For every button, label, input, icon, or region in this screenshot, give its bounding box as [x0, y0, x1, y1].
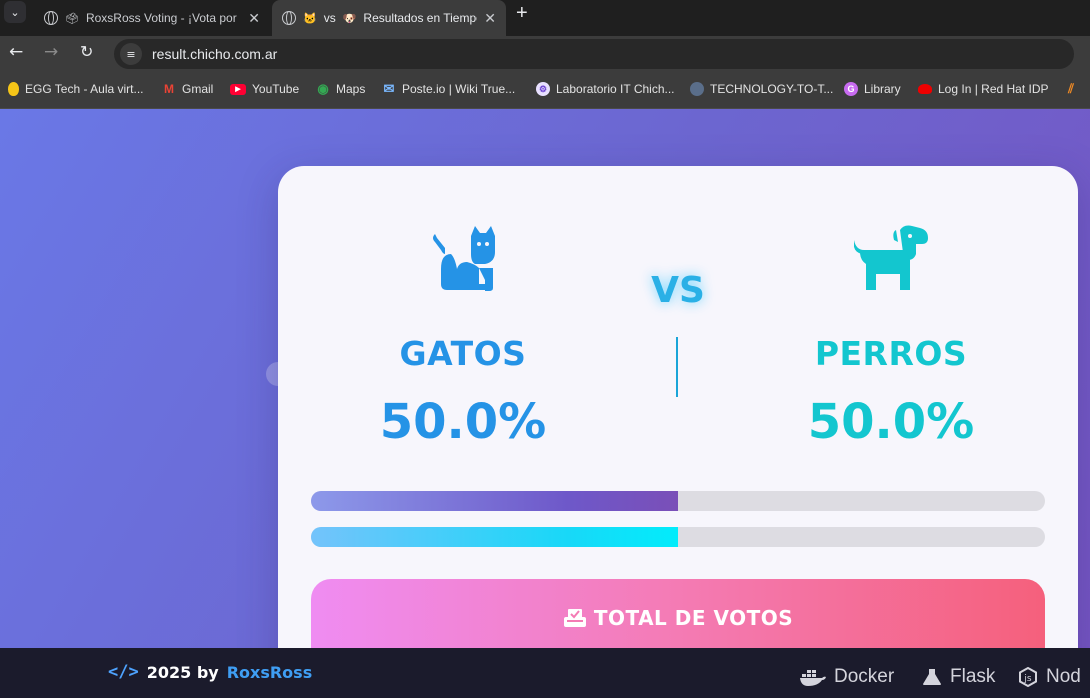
address-bar[interactable]: ≡ result.chicho.com.ar: [114, 39, 1074, 69]
ballot-box-icon: [563, 608, 587, 627]
back-arrow-icon[interactable]: ←: [9, 42, 23, 62]
browser-tab-bar: ⌄ 🗳 RoxsRoss Voting - ¡Vota por ✕ 🐱 vs 🐶…: [0, 0, 1090, 36]
youtube-icon: ▶: [230, 83, 246, 95]
bookmark-gmail[interactable]: M Gmail: [162, 82, 213, 96]
cat-emoji-icon: 🐱: [303, 12, 317, 25]
site-settings-icon[interactable]: ≡: [120, 43, 142, 65]
tech-flask: Flask: [922, 666, 995, 688]
tab-title: Resultados en Tiempo: [363, 11, 478, 25]
dog-label: PERROS: [814, 334, 968, 373]
tech-label: Flask: [950, 666, 996, 687]
bookmark-technology[interactable]: TECHNOLOGY-TO-T...: [690, 82, 833, 96]
ballot-emoji-icon: 🗳: [65, 12, 79, 25]
library-icon: G: [844, 82, 858, 96]
bookmark-redhat[interactable]: Log In | Red Hat IDP: [918, 82, 1049, 96]
bookmark-poste[interactable]: ✉ Poste.io | Wiki True...: [382, 81, 516, 96]
stripes-icon: ⫽: [1068, 81, 1074, 96]
footer-author-link[interactable]: RoxsRoss: [227, 663, 313, 682]
docker-icon: [800, 668, 826, 686]
url-text[interactable]: result.chicho.com.ar: [152, 46, 277, 62]
close-icon[interactable]: ✕: [484, 10, 496, 27]
dog-progress-fill: [311, 527, 678, 547]
subtitle-cutoff: [380, 109, 880, 119]
bookmark-label: Gmail: [182, 82, 214, 96]
bookmark-label: YouTube: [252, 82, 300, 96]
results-page: GATOS 50.0% VS PERROS 50.0% TOTAL DE VOT…: [0, 109, 1090, 698]
bookmark-label: TECHNOLOGY-TO-T...: [710, 82, 834, 96]
cat-progress-fill: [311, 491, 678, 511]
tech-docker: Docker: [800, 666, 894, 688]
reload-icon[interactable]: ↻: [80, 42, 93, 61]
tech-label: Nod: [1046, 666, 1081, 687]
tab-results[interactable]: 🐱 vs 🐶 Resultados en Tiempo ✕: [272, 0, 506, 36]
bookmark-maps[interactable]: ◉ Maps: [316, 81, 366, 96]
nodejs-icon: js: [1018, 667, 1038, 687]
forward-arrow-icon[interactable]: →: [44, 42, 58, 62]
globe-icon: [44, 11, 58, 25]
dog-emoji-icon: 🐶: [342, 12, 357, 25]
dog-progress-bar: [311, 527, 1045, 547]
poste-icon: ✉: [383, 81, 395, 96]
cat-percentage: 50.0%: [379, 394, 547, 450]
bookmark-laboratorio[interactable]: ⚙ Laboratorio IT Chich...: [536, 82, 675, 96]
maps-icon: ◉: [317, 81, 329, 96]
tech-icon: [690, 82, 704, 96]
bookmark-egg-tech[interactable]: EGG Tech - Aula virt...: [8, 82, 144, 96]
gmail-icon: M: [164, 82, 174, 96]
flask-icon: [922, 668, 942, 686]
bookmark-label: Maps: [336, 82, 366, 96]
egg-icon: [8, 82, 19, 96]
new-tab-button[interactable]: +: [516, 2, 528, 25]
tab-search-button[interactable]: ⌄: [4, 1, 26, 23]
redhat-icon: [918, 84, 932, 94]
total-votes-heading: TOTAL DE VOTOS: [311, 606, 1045, 630]
vs-label: VS: [651, 270, 705, 311]
cat-progress-bar: [311, 491, 1045, 511]
footer-year: 2025 by: [146, 662, 219, 682]
cat-label: GATOS: [399, 334, 527, 373]
bookmark-library[interactable]: G Library: [844, 82, 901, 96]
browser-toolbar: ← → ↻ ≡ result.chicho.com.ar: [0, 36, 1090, 71]
tab-title: RoxsRoss Voting - ¡Vota por: [85, 11, 237, 25]
bookmarks-bar: EGG Tech - Aula virt... M Gmail ▶ YouTub…: [0, 71, 1090, 109]
bookmark-label: Poste.io | Wiki True...: [402, 82, 516, 96]
globe-icon: [282, 11, 296, 25]
bookmark-label: EGG Tech - Aula virt...: [25, 82, 144, 96]
divider: [676, 337, 678, 397]
lab-icon: ⚙: [536, 82, 550, 96]
dog-percentage: 50.0%: [807, 394, 975, 450]
bookmark-label: Log In | Red Hat IDP: [938, 82, 1049, 96]
code-icon: </>: [108, 662, 139, 682]
bookmarks-overflow[interactable]: ⫽: [1064, 81, 1078, 96]
total-votes-label: TOTAL DE VOTOS: [593, 606, 794, 630]
footer: </> 2025 by RoxsRoss Docker Flask js Nod: [0, 648, 1090, 698]
cat-icon: [431, 224, 497, 296]
tech-label: Docker: [834, 666, 895, 687]
bookmark-label: Laboratorio IT Chich...: [556, 82, 675, 96]
close-icon[interactable]: ✕: [248, 10, 260, 27]
tab-title-vs: vs: [323, 11, 336, 25]
tab-voting[interactable]: 🗳 RoxsRoss Voting - ¡Vota por ✕: [34, 0, 270, 36]
bookmark-label: Library: [864, 82, 901, 96]
tech-node: js Nod: [1018, 666, 1081, 688]
svg-text:js: js: [1023, 674, 1032, 684]
results-card: GATOS 50.0% VS PERROS 50.0% TOTAL DE VOT…: [278, 166, 1078, 698]
footer-brand: </> 2025 by RoxsRoss: [108, 662, 312, 682]
dog-icon: [853, 224, 930, 296]
bookmark-youtube[interactable]: ▶ YouTube: [230, 82, 299, 96]
